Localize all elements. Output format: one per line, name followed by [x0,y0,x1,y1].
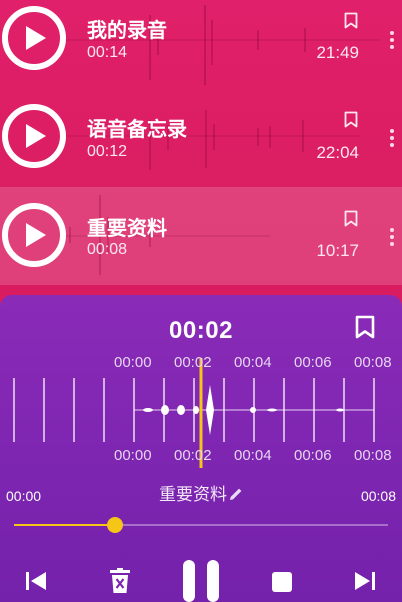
pencil-icon[interactable] [229,487,243,501]
recording-item[interactable]: 语音备忘录 00:12 22:04 [0,90,402,186]
seek-thumb[interactable] [106,517,123,533]
pause-icon[interactable] [182,560,220,602]
skip-next-icon[interactable] [354,571,376,591]
recording-item-selected[interactable]: 重要资料 00:08 10:17 [0,187,402,285]
recording-title: 语音备忘录 [87,119,187,141]
waveform-timeline[interactable]: 00:00 00:02 00:04 00:06 00:08 00:00 00:0… [0,350,402,475]
timeline-label: 00:08 [354,447,392,464]
play-icon [26,26,46,50]
timeline-label: 00:04 [234,447,272,464]
recording-title: 我的录音 [87,20,167,42]
timeline-label: 00:08 [354,354,392,371]
play-icon [26,124,46,148]
player-panel: 00:02 00:00 00:02 00:04 00:06 00:08 00:0… [0,295,402,602]
delete-icon[interactable] [109,568,131,594]
bookmark-icon[interactable] [355,315,375,339]
play-button[interactable] [2,6,66,70]
recording-time: 22:04 [316,143,359,162]
stop-icon[interactable] [271,572,293,592]
more-vert-icon[interactable] [390,31,394,52]
file-name-label: 重要资料 [159,485,227,504]
timeline-label: 00:06 [294,447,332,464]
more-vert-icon[interactable] [390,129,394,150]
timeline-label: 00:06 [294,354,332,371]
timeline-label: 00:00 [114,354,152,371]
skip-previous-icon[interactable] [25,571,47,591]
recordings-list: 我的录音 00:14 21:49 语音备忘录 00:12 22:04 重要资料 … [0,0,402,300]
seek-progress [14,524,115,526]
play-button[interactable] [2,104,66,168]
recording-duration: 00:14 [87,44,128,61]
recording-item[interactable]: 我的录音 00:14 21:49 [0,0,402,96]
more-vert-icon[interactable] [390,228,394,249]
recording-duration: 00:12 [87,143,128,160]
timeline-label: 00:04 [234,354,272,371]
recording-time: 10:17 [316,241,359,260]
file-name[interactable]: 重要资料 [0,480,402,505]
current-time: 00:02 [169,317,233,344]
bookmark-icon[interactable] [344,210,358,227]
bookmark-icon[interactable] [344,12,358,29]
play-icon [26,223,46,247]
seek-bar[interactable] [14,517,388,533]
play-button[interactable] [2,203,66,267]
timeline-label: 00:00 [114,447,152,464]
timeline-label: 00:02 [174,447,212,464]
recording-time: 21:49 [316,43,359,62]
recording-title: 重要资料 [87,218,167,240]
recording-duration: 00:08 [87,241,128,258]
timeline-label: 00:02 [174,354,212,371]
bookmark-icon[interactable] [344,111,358,128]
